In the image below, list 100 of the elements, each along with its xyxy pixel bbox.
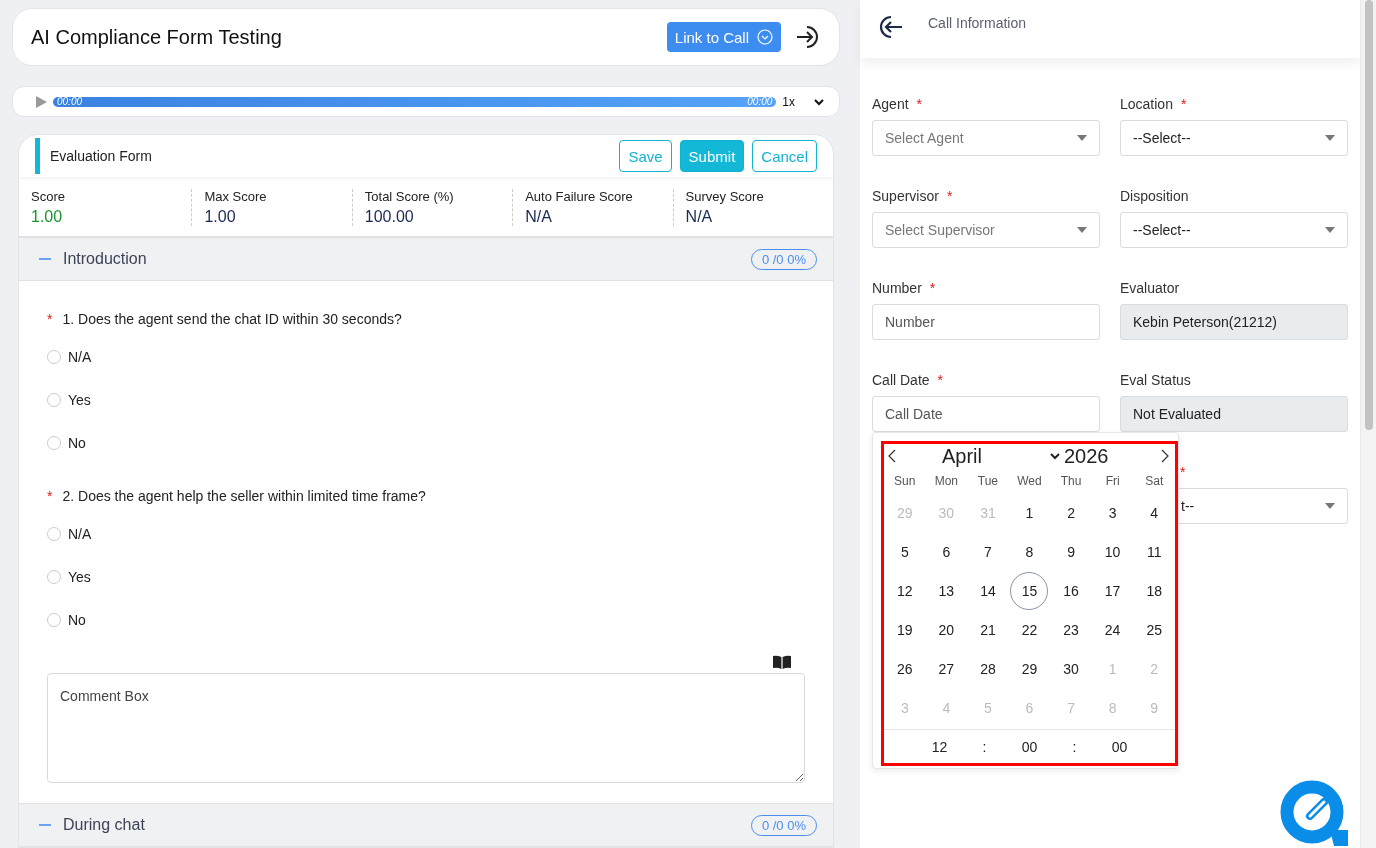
field-label: Location [1120, 96, 1173, 114]
current-time: 00:00 [57, 96, 83, 107]
select-field[interactable]: --Select-- [1120, 120, 1348, 156]
calendar-day[interactable]: 28 [968, 649, 1007, 688]
play-icon[interactable] [35, 95, 47, 108]
select-field[interactable]: Select Agent [872, 120, 1100, 156]
calendar-day[interactable]: 25 [1135, 610, 1174, 649]
caret-icon [1325, 503, 1335, 509]
calendar-day[interactable]: 2 [1052, 493, 1091, 532]
form-title: Evaluation Form [50, 148, 153, 164]
required-asterisk: * [1180, 464, 1186, 482]
calendar-day[interactable]: 27 [927, 649, 966, 688]
comment-field[interactable]: Comment Box [47, 673, 805, 783]
score-label: Auto Failure Score [525, 189, 634, 204]
month-select[interactable]: April [942, 444, 1060, 468]
time-field[interactable]: 12 [931, 738, 948, 755]
required-asterisk: * [946, 188, 953, 206]
q-logo-icon[interactable] [1280, 780, 1348, 846]
score-label: Total Score (%) [364, 189, 455, 204]
calendar-day[interactable]: 1 [1010, 493, 1049, 532]
year-field[interactable]: 2026 [1064, 444, 1161, 468]
calendar-day[interactable]: 12 [885, 571, 924, 610]
calendar-day[interactable]: 6 [927, 532, 966, 571]
time-separator: : [982, 738, 987, 755]
chevron-down-icon [1050, 452, 1060, 460]
weekday-label: Fri [1104, 474, 1121, 488]
calendar-day[interactable]: 20 [927, 610, 966, 649]
required-asterisk: * [47, 488, 53, 504]
scrollbar-thumb[interactable] [1364, 0, 1373, 430]
progress-track[interactable]: 00:00 00:00 [53, 96, 777, 107]
previous-month-icon[interactable] [888, 449, 896, 463]
calendar-day[interactable]: 8 [1010, 532, 1049, 571]
section-title: Introduction [63, 250, 148, 268]
calendar-day[interactable]: 13 [927, 571, 966, 610]
select-field[interactable]: Select Supervisor [872, 212, 1100, 248]
radio-option[interactable]: No [47, 421, 805, 464]
radio-option[interactable]: N/A [47, 512, 805, 555]
book-icon[interactable] [773, 655, 791, 669]
calendar-day[interactable]: 30 [1052, 649, 1091, 688]
total-time: 00:00 [747, 96, 773, 107]
question-text: 2. Does the agent help the seller within limited time frame? [62, 488, 426, 504]
calendar-day[interactable]: 19 [885, 610, 924, 649]
section-header[interactable]: Introduction 0 /0 0% [19, 237, 833, 281]
required-asterisk: * [916, 96, 923, 114]
score-value: N/A [525, 208, 553, 226]
weekday-label: Wed [1016, 474, 1043, 488]
select-field[interactable]: --Select-- [1120, 212, 1348, 248]
weekday-label: Sat [1144, 474, 1165, 488]
calendar-day[interactable]: 10 [1093, 532, 1132, 571]
score-label: Survey Score [685, 189, 765, 204]
field-label: Agent [872, 96, 909, 114]
text-field[interactable]: Number [872, 304, 1100, 340]
caret-icon [1077, 227, 1087, 233]
calendar-day[interactable]: 22 [1010, 610, 1049, 649]
chevron-down-icon[interactable] [813, 97, 825, 106]
time-field[interactable]: 00 [1111, 738, 1128, 755]
field-label: Number [872, 280, 922, 298]
section-title: During chat [63, 816, 146, 834]
caret-icon [1325, 135, 1335, 141]
score-label: Max Score [204, 189, 268, 204]
field-label: Supervisor [872, 188, 939, 206]
calendar-day[interactable]: 23 [1052, 610, 1091, 649]
accent-bar [35, 138, 40, 174]
calendar-day[interactable]: 7 [968, 532, 1007, 571]
weekday-label: Mon [933, 474, 959, 488]
calendar-day[interactable]: 9 [1052, 532, 1091, 571]
section-header[interactable]: During chat 0 /0 0% [19, 803, 833, 847]
caret-icon [1325, 227, 1335, 233]
calendar-day[interactable]: 29 [1010, 649, 1049, 688]
calendar-day[interactable]: 14 [968, 571, 1007, 610]
required-asterisk: * [47, 311, 53, 327]
radio-option[interactable]: Yes [47, 555, 805, 598]
panel-title: Call Information [928, 15, 1027, 31]
calendar-day[interactable]: 17 [1093, 571, 1132, 610]
calendar-day[interactable]: 18 [1135, 571, 1174, 610]
required-asterisk: * [929, 280, 936, 298]
score-label: Score [31, 189, 66, 204]
required-asterisk: * [1180, 96, 1187, 114]
sign-in-icon[interactable] [795, 24, 821, 50]
calendar-day[interactable]: 21 [968, 610, 1007, 649]
calendar-day[interactable]: 5 [885, 532, 924, 571]
speed-label[interactable]: 1x [782, 94, 795, 109]
text-field[interactable]: Call Date [872, 396, 1100, 432]
calendar-day[interactable]: 26 [885, 649, 924, 688]
caret-icon [1077, 135, 1087, 141]
readonly-field: Kebin Peterson(21212) [1120, 304, 1348, 340]
calendar-day[interactable]: 16 [1052, 571, 1091, 610]
field-label: Call Date [872, 372, 930, 390]
weekday-label: Tue [976, 474, 1000, 488]
time-field[interactable]: 00 [1021, 738, 1038, 755]
required-asterisk: * [937, 372, 944, 390]
radio-option[interactable]: N/A [47, 335, 805, 378]
weekday-label: Sun [893, 474, 917, 488]
readonly-field: Not Evaluated [1120, 396, 1348, 432]
next-month-icon[interactable] [1161, 449, 1169, 463]
radio-option[interactable]: Yes [47, 378, 805, 421]
radio-option[interactable]: No [47, 598, 805, 641]
calendar-day[interactable]: 24 [1093, 610, 1132, 649]
weekday-label: Thu [1059, 474, 1083, 488]
calendar-day[interactable]: 11 [1135, 532, 1174, 571]
